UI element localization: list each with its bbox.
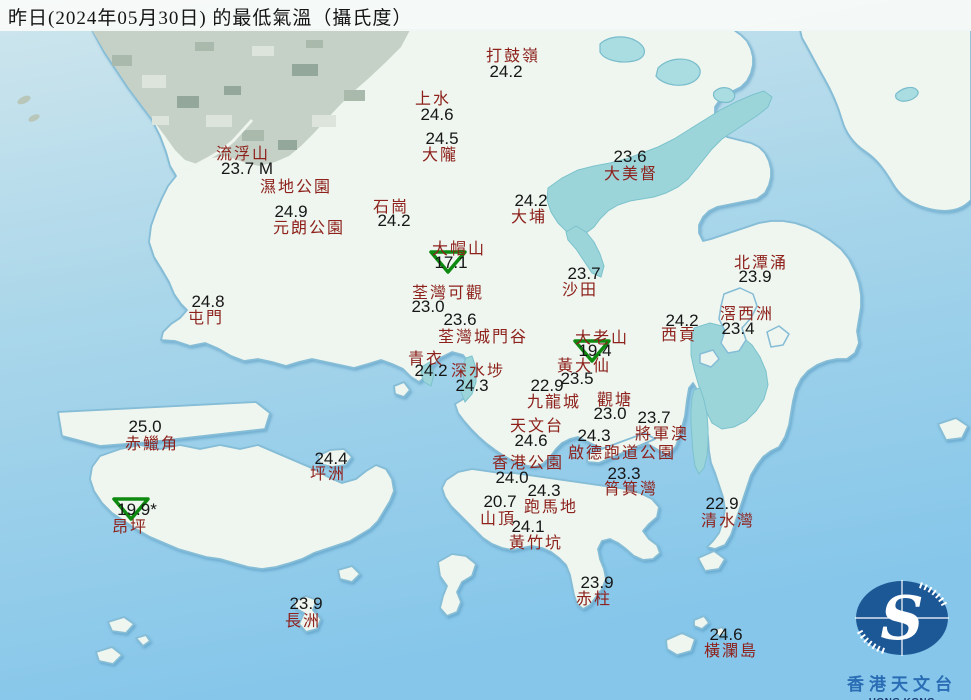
hko-logo-chinese: 香港天文台: [847, 675, 957, 694]
station-value: 23.7: [567, 264, 601, 283]
port-island: [712, 87, 736, 104]
station-value: 23.9: [738, 267, 772, 286]
station-value: 17.1: [434, 253, 468, 272]
hko-logo: S 香港天文台 HONG KONG OBSERVATORY: [832, 572, 971, 700]
station-value: 24.6: [420, 105, 454, 124]
station-value: 23.7: [637, 408, 671, 427]
station-value: 23.9: [580, 573, 614, 592]
hko-emblem-icon: S: [855, 580, 949, 656]
station-value: 25.0: [128, 417, 162, 436]
station-value: 23.3: [607, 464, 641, 483]
station-value: 23.5: [560, 369, 594, 388]
station-value: 24.5: [425, 129, 459, 148]
station-value: 22.9: [705, 494, 739, 513]
station-value: 20.7: [483, 492, 517, 511]
station-value: 23.6: [443, 310, 477, 329]
station-value: 23.6: [613, 147, 647, 166]
station-value: 24.2: [377, 211, 411, 230]
station-value: 24.6: [514, 431, 548, 450]
station-value: 24.2: [514, 191, 548, 210]
station-value: 24.4: [314, 449, 348, 468]
station-value: 24.3: [455, 376, 489, 395]
station-value: 24.9: [274, 202, 308, 221]
station-value: 24.8: [191, 292, 225, 311]
station-value: 22.9: [530, 376, 564, 395]
station-value: 23.7 M: [221, 159, 273, 178]
station-value: 24.2: [414, 361, 448, 380]
station-value: 23.0: [411, 297, 445, 316]
station-value: 24.2: [489, 62, 523, 81]
station-value: 19.9*: [117, 500, 157, 519]
station-value: 23.9: [289, 594, 323, 613]
station-value: 23.0: [593, 404, 627, 423]
station-value: 24.3: [527, 481, 561, 500]
svg-text:S: S: [880, 584, 923, 654]
station-value: 19.4: [578, 341, 612, 360]
station-value: 24.0: [495, 468, 529, 487]
hong-kong-map: [0, 0, 971, 700]
station-value: 24.6: [709, 625, 743, 644]
station-value: 23.4: [721, 319, 755, 338]
page-title: 昨日(2024年05月30日) 的最低氣溫（攝氏度）: [8, 8, 413, 29]
station-value: 24.3: [577, 426, 611, 445]
station-value: 24.1: [511, 517, 545, 536]
title-bar: 昨日(2024年05月30日) 的最低氣溫（攝氏度）: [0, 0, 971, 31]
station-value: 24.2: [665, 311, 699, 330]
min-temp-map-screen: 昨日(2024年05月30日) 的最低氣溫（攝氏度） 24.2 打鼓嶺 24.6 上水…: [0, 0, 971, 700]
